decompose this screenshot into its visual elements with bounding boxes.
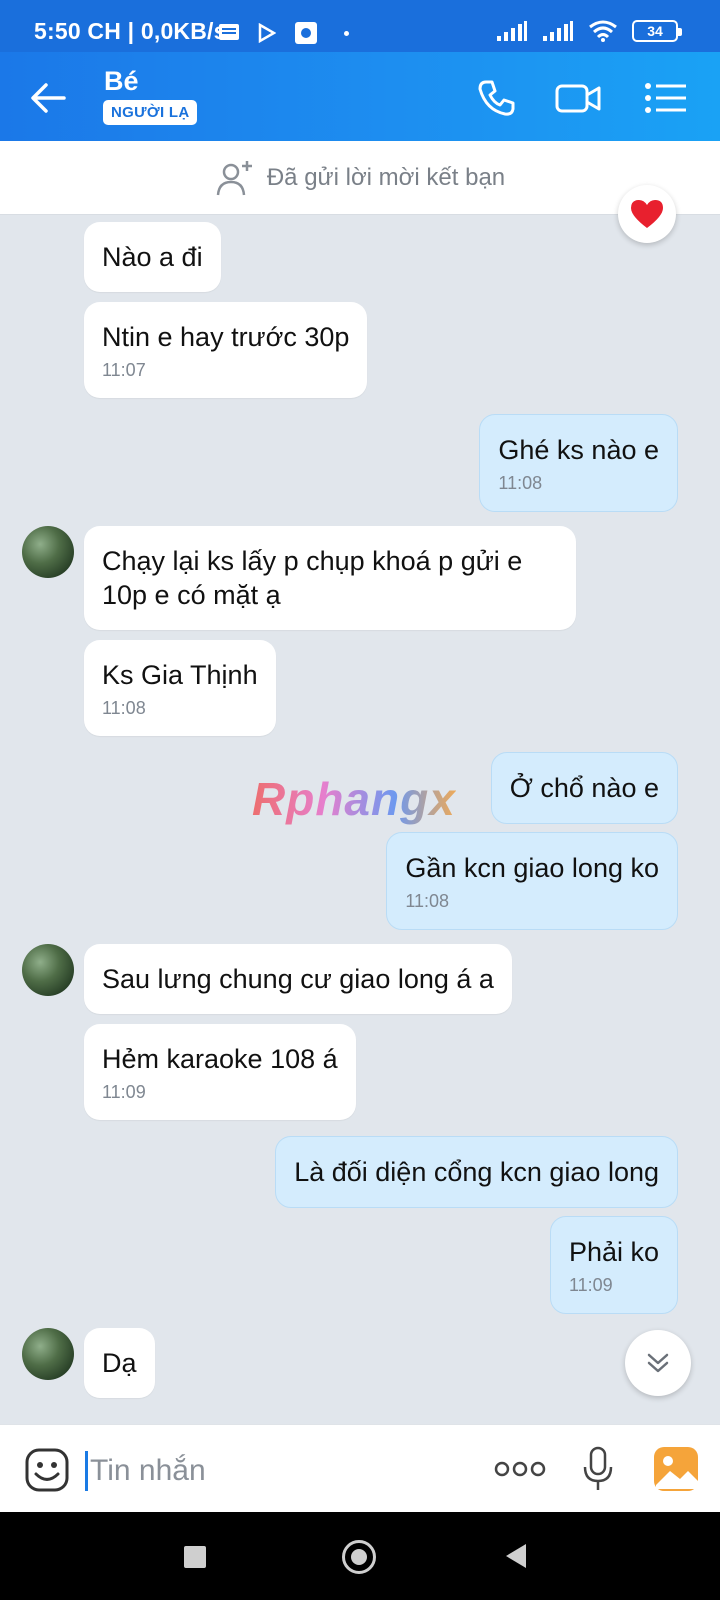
message-text: Ở chổ nào e — [509, 773, 659, 803]
chat-header: Bé NGƯỜI LẠ — [0, 52, 720, 141]
double-chevron-down-icon — [647, 1353, 669, 1373]
app-notification-icon — [295, 22, 317, 44]
message-text: Sau lưng chung cư giao long á a — [102, 964, 494, 994]
message-text: Ks Gia Thịnh — [102, 660, 258, 690]
menu-list-icon[interactable] — [642, 74, 690, 122]
image-gallery-icon[interactable] — [652, 1445, 700, 1493]
friend-request-banner: Đã gửi lời mời kết bạn — [0, 141, 720, 215]
message-time: 11:07 — [102, 360, 146, 380]
scroll-to-bottom-button[interactable] — [625, 1330, 691, 1396]
message-bubble[interactable]: Ntin e hay trước 30p 11:07 — [84, 302, 368, 398]
message-bubble[interactable]: Ghé ks nào e 11:08 — [479, 414, 678, 512]
message-time: 11:09 — [568, 1275, 613, 1295]
sticker-emoji-icon[interactable] — [24, 1447, 70, 1493]
message-text: Là đối diện cổng kcn giao long — [294, 1157, 659, 1187]
message-time: 11:08 — [102, 698, 146, 718]
more-notifications-dot-icon — [344, 30, 349, 36]
message-bubble[interactable]: Nào a đi — [84, 222, 221, 292]
signal-icon — [497, 21, 527, 41]
message-bubble[interactable]: Ks Gia Thịnh 11:08 — [84, 640, 276, 736]
status-time: 5:50 CH | 0,0KB/s — [34, 18, 227, 44]
message-bubble[interactable]: Gần kcn giao long ko 11:08 — [386, 832, 678, 930]
message-bubble[interactable]: Sau lưng chung cư giao long á a — [84, 944, 512, 1014]
signal-icon-2 — [543, 21, 573, 41]
message-input[interactable] — [90, 1449, 470, 1493]
back-arrow-icon[interactable] — [26, 76, 70, 120]
message-time: 11:08 — [498, 473, 543, 493]
microphone-icon[interactable] — [582, 1445, 614, 1493]
message-text: Ntin e hay trước 30p — [102, 322, 350, 352]
message-bubble[interactable]: Hẻm karaoke 108 á 11:09 — [84, 1024, 356, 1120]
wifi-icon — [589, 20, 617, 42]
status-right: 34 — [496, 19, 682, 43]
message-text: Ghé ks nào e — [498, 435, 659, 465]
message-bubble[interactable]: Phải ko 11:09 — [549, 1216, 678, 1314]
avatar[interactable] — [22, 1328, 74, 1380]
message-text: Gần kcn giao long ko — [405, 853, 659, 883]
message-text: Chạy lại ks lấy p chụp khoá p gửi e 10p … — [102, 546, 523, 610]
text-cursor — [85, 1451, 88, 1491]
message-bubble[interactable]: Dạ — [84, 1328, 155, 1398]
message-input-bar — [0, 1424, 720, 1512]
home-button[interactable] — [342, 1540, 376, 1574]
video-call-icon[interactable] — [554, 74, 602, 122]
more-options-icon[interactable] — [494, 1457, 546, 1481]
system-nav-bar — [0, 1512, 720, 1600]
stranger-badge: NGƯỜI LẠ — [103, 100, 198, 125]
back-button[interactable] — [506, 1544, 526, 1568]
recents-button[interactable] — [184, 1546, 206, 1568]
contact-name[interactable]: Bé — [104, 66, 139, 97]
add-friend-icon — [216, 160, 252, 195]
heart-icon — [631, 200, 663, 228]
message-time: 11:09 — [102, 1082, 146, 1102]
play-store-icon — [258, 23, 276, 43]
message-text: Hẻm karaoke 108 á — [102, 1044, 338, 1074]
friend-request-text: Đã gửi lời mời kết bạn — [266, 163, 506, 191]
phone-icon[interactable] — [472, 74, 520, 122]
message-bubble[interactable]: Ở chổ nào e — [490, 752, 678, 824]
watermark: Rphangx — [252, 773, 456, 825]
battery-icon: 34 — [632, 20, 682, 42]
message-text: Phải ko — [568, 1237, 659, 1267]
message-time: 11:08 — [405, 891, 450, 911]
avatar[interactable] — [22, 944, 74, 996]
message-text: Dạ — [102, 1348, 137, 1378]
status-notification-icons — [218, 21, 349, 45]
avatar[interactable] — [22, 526, 74, 578]
message-bubble[interactable]: Là đối diện cổng kcn giao long — [275, 1136, 678, 1208]
message-notification-icon — [219, 24, 239, 40]
heart-reaction-button[interactable] — [618, 185, 676, 243]
message-bubble[interactable]: Chạy lại ks lấy p chụp khoá p gửi e 10p … — [84, 526, 576, 630]
battery-level: 34 — [647, 23, 663, 39]
message-text: Nào a đi — [102, 242, 203, 272]
